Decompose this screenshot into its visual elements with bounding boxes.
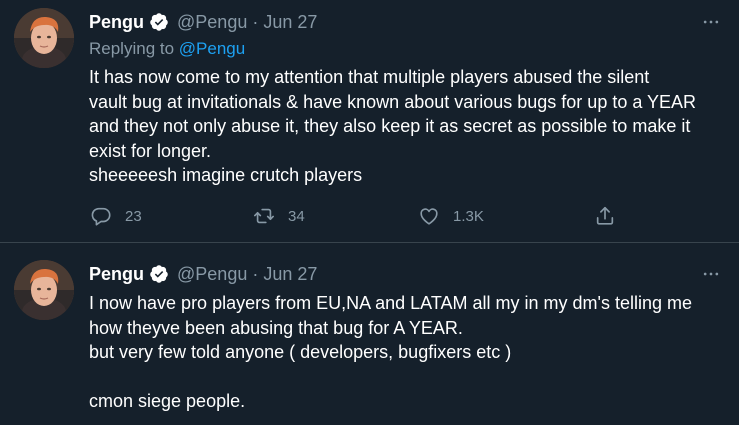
avatar-image — [14, 8, 74, 68]
replying-to-link[interactable]: @Pengu — [179, 39, 245, 58]
tweet[interactable]: Pengu @Pengu · Jun 27 I now have pro pla… — [0, 244, 739, 425]
tweet-line: exist for longer. — [89, 140, 212, 161]
tweet-date[interactable]: Jun 27 — [263, 264, 317, 285]
separator-dot: · — [252, 11, 259, 32]
tweet-line: I now have pro players from EU,NA and LA… — [89, 293, 692, 313]
avatar-image — [14, 260, 74, 320]
tweet-line: vault bug at invitationals & have known … — [89, 91, 697, 112]
tweet-header: Pengu @Pengu · Jun 27 — [89, 10, 723, 34]
tweet-text: It has now come to my attention that mul… — [89, 65, 723, 188]
like-icon — [418, 205, 440, 227]
tweet-line: It has now come to my attention that mul… — [89, 67, 650, 87]
tweet[interactable]: Pengu @Pengu · Jun 27 Replying to @Pengu… — [0, 0, 739, 243]
tweet-line: but very few told anyone ( developers, b… — [89, 342, 512, 362]
retweet-icon — [253, 205, 275, 227]
author-name[interactable]: Pengu — [89, 12, 144, 33]
author-name[interactable]: Pengu — [89, 264, 144, 285]
like-count: 1.3K — [453, 207, 484, 225]
tweet-header: Pengu @Pengu · Jun 27 — [89, 262, 723, 286]
tweet-line: sheeeeesh imagine crutch players — [89, 165, 363, 185]
author-handle[interactable]: @Pengu — [177, 12, 247, 33]
replying-label: Replying to — [89, 39, 175, 58]
separator-dot: · — [252, 263, 259, 284]
reply-button[interactable]: 23 — [90, 205, 142, 227]
tweet-line: how theyve been abusing that bug for A Y… — [89, 317, 463, 338]
more-options-icon[interactable] — [699, 12, 723, 32]
share-button[interactable] — [594, 205, 616, 227]
share-icon — [594, 205, 616, 227]
reply-icon — [90, 205, 112, 227]
like-button[interactable]: 1.3K — [418, 205, 484, 227]
tweet-line: and they not only abuse it, they also ke… — [89, 116, 691, 136]
reply-count: 23 — [125, 207, 142, 225]
tweet-line — [89, 365, 723, 390]
retweet-button[interactable]: 34 — [253, 205, 305, 227]
more-options-icon[interactable] — [699, 264, 723, 284]
verified-badge-icon — [149, 12, 169, 32]
tweet-date[interactable]: Jun 27 — [263, 12, 317, 33]
verified-badge-icon — [149, 264, 169, 284]
tweet-line: cmon siege people. — [89, 391, 246, 411]
replying-to: Replying to @Pengu — [89, 36, 723, 61]
avatar[interactable] — [14, 8, 74, 68]
retweet-count: 34 — [288, 207, 305, 225]
tweet-text: I now have pro players from EU,NA and LA… — [89, 291, 723, 414]
tweet-actions: 23 34 1.3K — [89, 203, 629, 229]
author-handle[interactable]: @Pengu — [177, 264, 247, 285]
avatar[interactable] — [14, 260, 74, 320]
